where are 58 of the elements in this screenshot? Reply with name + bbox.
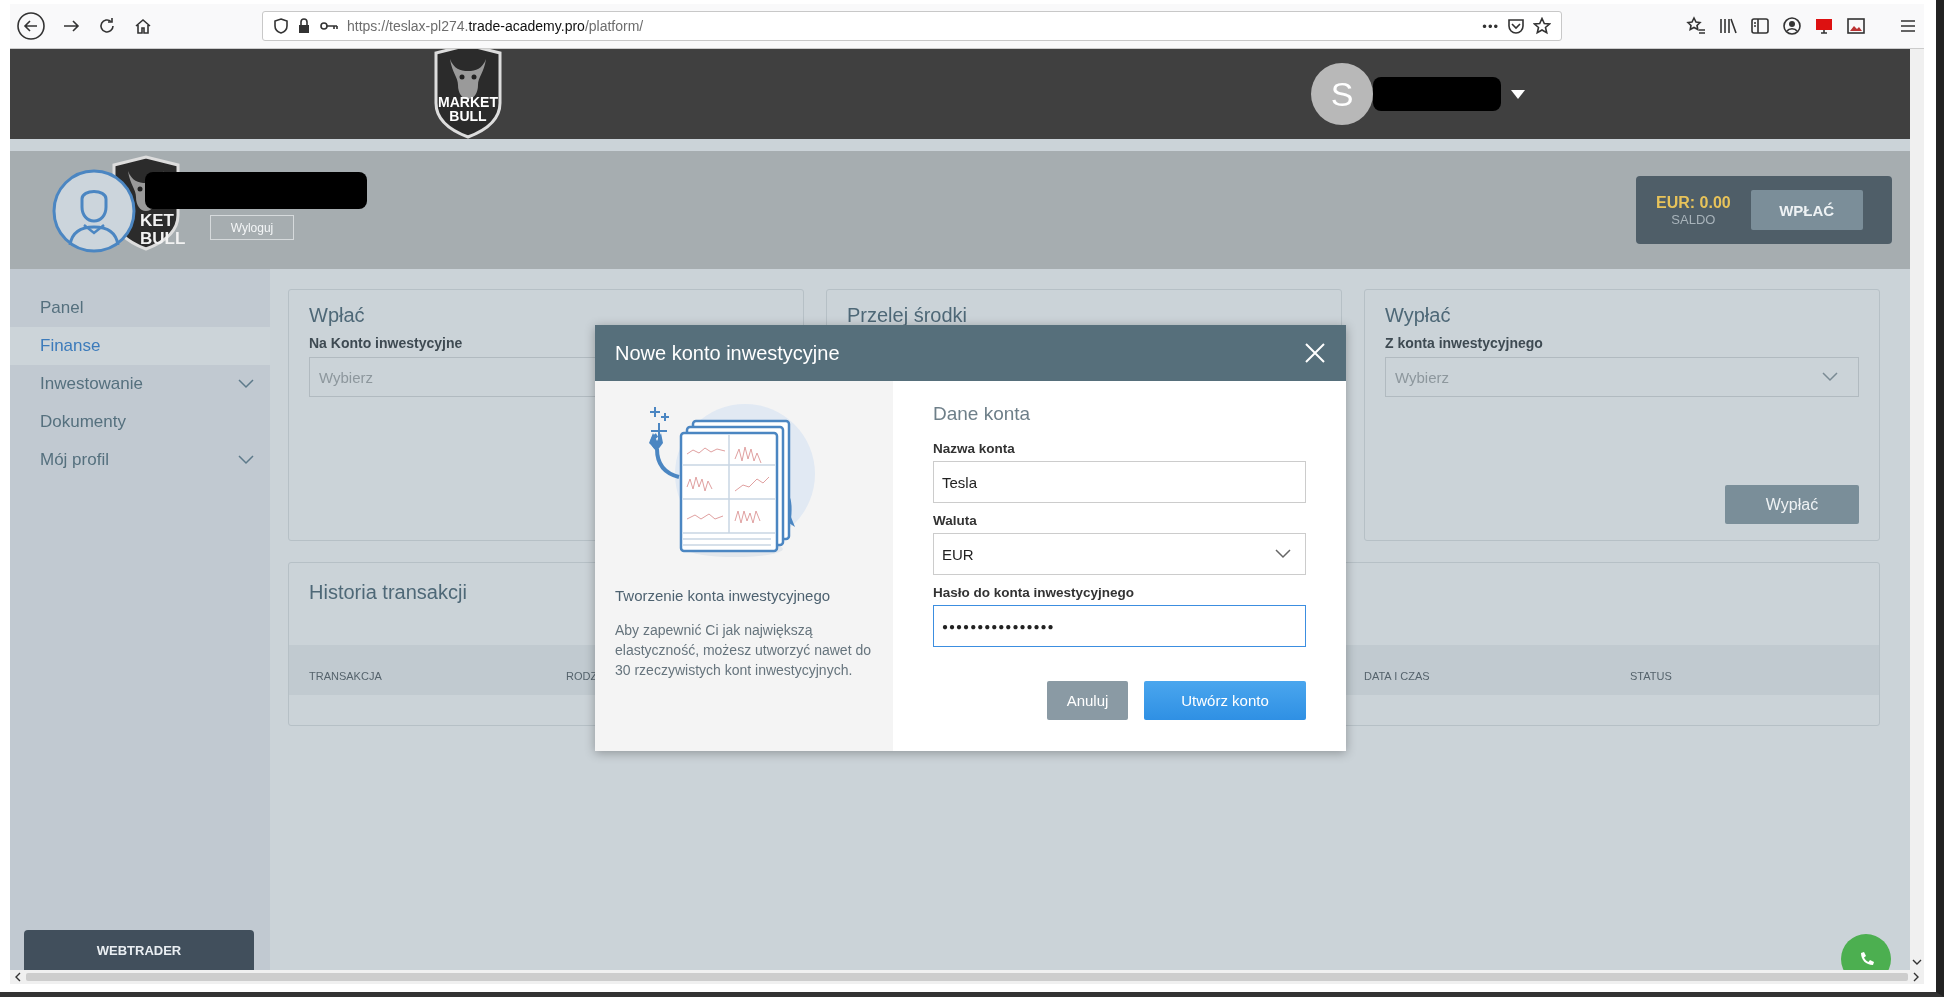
back-icon[interactable] xyxy=(16,11,46,41)
card-title: Historia transakcji xyxy=(309,581,467,603)
scroll-right-icon[interactable] xyxy=(1912,972,1920,982)
logo-text: MARKET BULL xyxy=(437,95,499,123)
balance-amount: EUR: 0.00 xyxy=(1656,193,1731,212)
phone-icon xyxy=(1858,951,1874,967)
sidebar-item[interactable]: Finanse xyxy=(10,327,270,365)
lock-icon xyxy=(297,17,311,35)
card-title: Przelej środki xyxy=(847,304,969,327)
field-label: Waluta xyxy=(933,513,978,528)
page-actions-button[interactable]: ••• xyxy=(1482,18,1499,34)
field-label: Nazwa konta xyxy=(933,441,1016,456)
webtrader-button[interactable]: WEBTRADER xyxy=(24,930,254,970)
sidebar-item[interactable]: Inwestowanie xyxy=(10,365,270,403)
close-icon[interactable] xyxy=(1304,342,1326,364)
cancel-button[interactable]: Anuluj xyxy=(1047,681,1128,720)
dropdown-caret-icon[interactable] xyxy=(1511,89,1525,99)
balance-label: SALDO xyxy=(1671,211,1716,227)
pocket-icon[interactable] xyxy=(1507,17,1525,35)
sidebar-icon[interactable] xyxy=(1750,16,1770,36)
sidebar-item[interactable]: Panel xyxy=(10,289,270,327)
column-header: STATUS xyxy=(1630,670,1672,682)
image-icon[interactable] xyxy=(1846,16,1866,36)
address-bar[interactable]: https://teslax-pl274.trade-academy.pro/platform/ ••• xyxy=(262,11,1562,41)
deposit-button[interactable]: WPŁAĆ xyxy=(1750,190,1863,230)
info-title: Tworzenie konta inwestycyjnego xyxy=(615,587,832,604)
bookmark-star-icon[interactable] xyxy=(1533,17,1551,35)
chevron-down-icon xyxy=(1275,549,1291,559)
create-account-button[interactable]: Utwórz konto xyxy=(1144,681,1306,720)
field-label: Z konta inwestycyjnego xyxy=(1385,335,1544,351)
field-label: Hasło do konta inwestycyjnego xyxy=(933,585,1136,600)
withdraw-button[interactable]: Wypłać xyxy=(1725,485,1859,524)
card-title: Wypłać xyxy=(1385,304,1452,327)
column-header: TRANSAKCJA xyxy=(309,670,382,682)
card-title: Wpłać xyxy=(309,304,366,327)
sidebar-item[interactable]: Dokumenty xyxy=(10,403,270,441)
user-avatar-icon[interactable] xyxy=(52,169,136,253)
field-label: Na Konto inwestycyjne xyxy=(309,335,464,351)
scroll-down-icon[interactable] xyxy=(1912,958,1922,966)
scroll-left-icon[interactable] xyxy=(14,972,22,982)
call-button[interactable] xyxy=(1841,934,1891,970)
logout-button[interactable]: Wyloguj xyxy=(210,215,294,240)
starred-list-icon[interactable] xyxy=(1686,16,1706,36)
sidebar-item[interactable]: Mój profil xyxy=(10,441,270,479)
select-field[interactable]: Wybierz xyxy=(1385,357,1859,397)
key-icon xyxy=(319,19,339,33)
info-text: Aby zapewnić Ci jak największą elastyczność, możesz utworzyć nawet do 30 rzeczywistych kont inwestycyjnych. xyxy=(615,621,872,680)
monitor-icon[interactable] xyxy=(1814,16,1834,36)
account-icon[interactable] xyxy=(1782,16,1802,36)
currency-select[interactable]: EUR xyxy=(933,533,1306,575)
password-field[interactable]: ●●●●●●●●●●●●●●●● xyxy=(933,605,1306,647)
library-icon[interactable] xyxy=(1718,16,1738,36)
shield-icon xyxy=(273,17,289,35)
user-avatar[interactable]: S xyxy=(1311,63,1373,125)
column-header: DATA I CZAS xyxy=(1364,670,1430,682)
input-field[interactable]: Tesla xyxy=(933,461,1306,503)
url-text[interactable]: https://teslax-pl274.trade-academy.pro/platform/ xyxy=(347,18,644,34)
form-title: Dane konta xyxy=(933,403,1032,425)
